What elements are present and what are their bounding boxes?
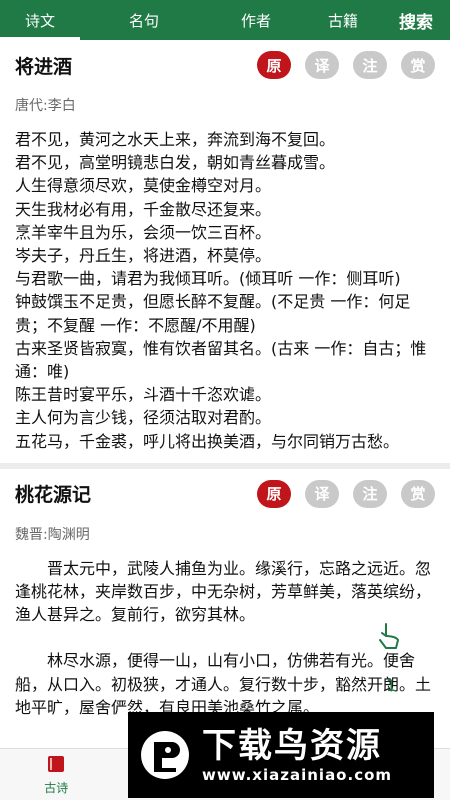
tab-authors[interactable]: 作者 [208,0,304,40]
poem-actions: 原 译 注 赏 [257,479,435,508]
tab-poems[interactable]: 诗文 [0,0,80,40]
poem-card: 将进酒 原 译 注 赏 唐代:李白 君不见，黄河之水天上来，奔流到海不复回。 君… [0,40,450,453]
original-button[interactable]: 原 [257,51,291,79]
poem-header: 将进酒 原 译 注 赏 [15,40,435,90]
poem-line: 君不见，高堂明镜悲白发，朝如青丝暮成雪。 [15,153,336,173]
poem-line: 五花马，千金裘，呼儿将出换美酒，与尔同销万古愁。 [15,431,400,451]
page-indicator: 1 [386,676,397,695]
prose-paragraph: 晋太元中，武陵人捕鱼为业。缘溪行，忘路之远近。忽逢桃花林，夹岸数百步，中无杂树，… [15,558,432,625]
poem-line: 人生得意须尽欢，莫使金樽空对月。 [15,176,272,196]
poem-line: 主人何为言少钱，径须沽取对君酌。 [15,408,272,428]
tab-search[interactable]: 搜索 [382,0,450,40]
poem-line: 陈王昔时宴平乐，斗酒十千恣欢谑。 [15,385,272,405]
watermark-url: www.xiazainiao.com [202,766,393,784]
poem-card: 桃花源记 原 译 注 赏 魏晋:陶渊明 晋太元中，武陵人捕鱼为业。缘溪行，忘路之… [0,469,450,719]
poem-line: 与君歌一曲，请君为我倾耳听。(倾耳听 一作：侧耳听) [15,269,401,289]
bird-logo-icon [141,731,189,779]
poem-line: 君不见，黄河之水天上来，奔流到海不复回。 [15,130,336,149]
watermark-title: 下载鸟资源 [202,726,382,766]
poem-line: 钟鼓馔玉不足贵，但愿长醉不复醒。(不足贵 一作：何足贵；不复醒 一作：不愿醒/不… [15,292,411,335]
appreciation-button[interactable]: 赏 [401,479,435,508]
watermark-text: 下载鸟资源 www.xiazainiao.com [202,726,392,784]
poem-line: 古来圣贤皆寂寞，惟有饮者留其名。(古来 一作：自古；惟 通：唯) [15,338,427,382]
poem-line: 岑夫子，丹丘生，将进酒，杯莫停。 [15,246,272,266]
tab-classics[interactable]: 古籍 [304,0,382,40]
top-nav: 诗文 名句 作者 古籍 搜索 [0,0,450,40]
poem-author[interactable]: 唐代:李白 [15,94,435,118]
poem-actions: 原 译 注 赏 [257,51,435,79]
bottom-tab-label: 古诗 [44,781,69,795]
tap-hand-icon [379,623,399,649]
poem-title[interactable]: 桃花源记 [15,480,91,507]
poem-line: 烹羊宰牛且为乐，会须一饮三百杯。 [15,222,272,242]
notes-button[interactable]: 注 [353,479,387,508]
book-icon [48,756,65,772]
translation-button[interactable]: 译 [305,479,339,508]
bottom-tab-poems[interactable]: 古诗 [0,749,113,800]
notes-button[interactable]: 注 [353,51,387,79]
poem-title[interactable]: 将进酒 [15,52,72,79]
poem-body: 晋太元中，武陵人捕鱼为业。缘溪行，忘路之远近。忽逢桃花林，夹岸数百步，中无杂树，… [15,557,435,719]
tab-famous-lines[interactable]: 名句 [80,0,208,40]
watermark: 下载鸟资源 www.xiazainiao.com [128,712,434,798]
original-button[interactable]: 原 [257,479,291,508]
poem-list: 将进酒 原 译 注 赏 唐代:李白 君不见，黄河之水天上来，奔流到海不复回。 君… [0,40,450,748]
poem-body: 君不见，黄河之水天上来，奔流到海不复回。 君不见，高堂明镜悲白发，朝如青丝暮成雪… [15,128,435,453]
poem-author[interactable]: 魏晋:陶渊明 [15,523,435,547]
poem-line: 天生我材必有用，千金散尽还复来。 [15,199,272,219]
poem-header: 桃花源记 原 译 注 赏 [15,469,435,519]
appreciation-button[interactable]: 赏 [401,51,435,79]
prose-paragraph: 林尽水源，便得一山，山有小口，仿佛若有光。便舍船，从口入。初极狭，才通人。复行数… [15,651,432,717]
translation-button[interactable]: 译 [305,51,339,79]
